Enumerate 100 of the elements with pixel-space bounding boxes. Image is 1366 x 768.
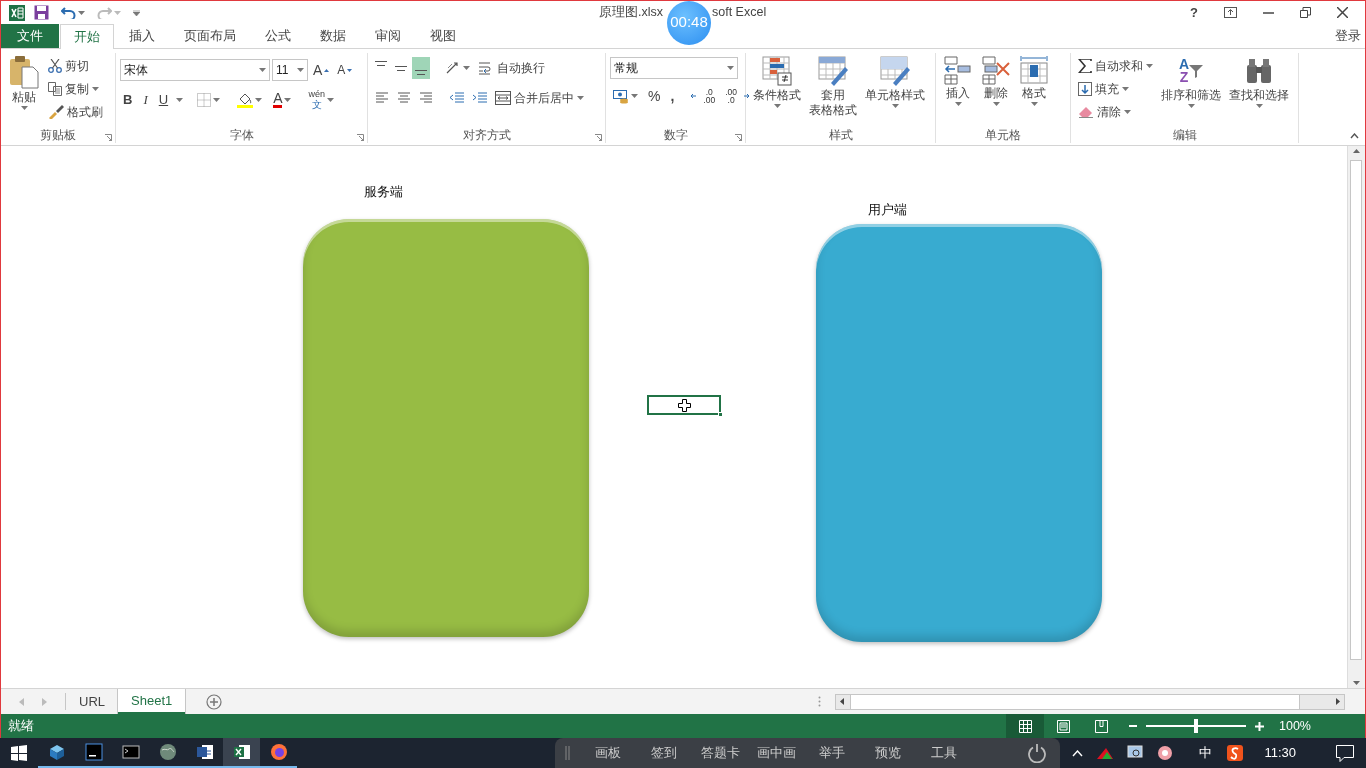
comma-style-button[interactable]: , [667,85,678,107]
font-color-button[interactable]: A [270,89,295,111]
zoom-level[interactable]: 100% [1279,716,1311,736]
file-tab[interactable]: 文件 [1,24,59,48]
insert-cells-button[interactable]: 插入 [940,53,976,126]
class-tool-button[interactable]: 签到 [636,743,693,763]
tray-app-icon [1097,746,1114,760]
vertical-scrollbar[interactable] [1347,146,1365,688]
conditional-format-icon [761,55,793,87]
shrink-font-button[interactable]: A [334,59,356,81]
caret-icon [1146,64,1153,68]
group-label: 剪贴板 [40,126,76,144]
scroll-down-icon [1353,681,1360,685]
align-icon [415,70,427,75]
fill-button[interactable]: 填充 [1075,78,1156,100]
dialog-launcher-icon [735,134,742,141]
wrap-text-icon [478,61,494,75]
dialog-launcher-icon [105,134,112,141]
scissors-icon [48,59,62,73]
help-button[interactable]: ? [1187,1,1201,24]
clock[interactable]: 11:30 [1264,743,1296,763]
increase-decimal-button[interactable]: .0 .00 [700,85,719,107]
class-tool-button[interactable]: 预览 [860,743,917,763]
italic-button[interactable]: I [140,89,151,111]
view-icon [1056,719,1070,733]
indent-icon [472,92,487,104]
split-handle-icon [818,696,821,707]
power-icon [1027,743,1048,763]
arrow-right-icon [744,93,749,99]
autosum-button[interactable]: 自动求和 [1075,55,1156,77]
cell-styles-button[interactable]: 单元格样式 [862,53,928,126]
ribbon-tab[interactable]: 页面布局 [170,24,250,48]
format-as-table-button[interactable]: 套用 表格格式 [806,53,860,126]
wrap-text-button[interactable]: 自动换行 [475,57,548,79]
ribbon-tab[interactable]: 插入 [115,24,169,48]
view-icon [1018,719,1032,733]
sort-filter-button[interactable]: A Z 排序和筛选 [1158,53,1224,126]
bottom-align-button[interactable] [412,57,430,79]
class-tool-button[interactable]: 举手 [804,743,861,763]
delete-cells-button[interactable]: 删除 [978,53,1014,126]
paste-button[interactable]: 粘贴 [5,53,43,126]
format-cells-button[interactable]: 格式 [1016,53,1052,126]
text-angle-icon [445,61,461,75]
caret-icon [631,94,638,98]
class-tool-button[interactable]: 工具 [916,743,973,763]
percent-button[interactable]: % [645,85,664,107]
plus-icon [1255,721,1264,731]
shape-label: 用户端 [868,201,907,219]
sheet-tab[interactable]: Sheet1 [118,689,186,714]
ribbon-tab[interactable]: 数据 [306,24,360,48]
find-select-button[interactable]: 查找和选择 [1226,53,1292,126]
underline-button[interactable]: U [155,89,172,111]
merge-center-button[interactable]: 合并后居中 [492,87,587,109]
sign-in-link[interactable]: 登录 [1335,26,1365,46]
class-tool-button[interactable]: 画板 [580,743,637,763]
clear-button[interactable]: 清除 [1075,101,1156,123]
dialog-launcher-icon [595,134,602,141]
group-label: 编辑 [1172,126,1197,144]
caret-icon [255,98,263,102]
grow-font-button[interactable]: A [310,59,333,81]
ime-indicator[interactable]: 中 [1199,743,1213,763]
class-tool-button[interactable]: 画中画 [748,743,805,763]
normal-view-button[interactable] [1006,714,1044,738]
ribbon-tab[interactable]: 公式 [251,24,305,48]
taskbar-app[interactable] [223,738,260,768]
caret-icon [992,102,1000,106]
slider-thumb[interactable] [1194,719,1198,733]
caret-icon [1122,87,1129,91]
window-title: 原理图.xlsx [599,4,663,22]
conditional-formatting-button[interactable]: 条件格式 [750,53,804,126]
ribbon-tab[interactable]: 开始 [60,24,114,49]
selected-cell[interactable] [647,395,721,415]
caret-icon [92,87,99,91]
group-label: 对齐方式 [462,126,511,144]
chevron-up-icon [1072,749,1084,757]
add-icon [206,693,223,710]
insert-cells-icon [943,55,973,85]
terminal-icon [121,743,140,761]
class-tool-button[interactable]: 答题卡 [692,743,749,763]
caret-icon [133,9,140,16]
bold-button[interactable]: B [120,89,136,111]
copy-button[interactable]: 复制 [45,78,106,100]
sheet-tab[interactable]: URL [66,689,118,714]
ribbon-tab[interactable]: 审阅 [361,24,415,48]
font-size-dropdown[interactable]: 11 [272,59,308,81]
view-icon [1094,719,1108,733]
cut-button[interactable]: 剪切 [45,55,106,77]
format-painter-button[interactable]: 格式刷 [45,101,106,123]
font-name-dropdown[interactable]: 宋体 [120,59,270,81]
ribbon-tab[interactable]: 视图 [416,24,470,48]
phonetic-guide-button[interactable]: wén 文 [305,89,337,111]
next-sheet-icon [42,697,47,706]
dialog-launcher-icon [357,134,364,141]
redo-icon [97,6,112,19]
number-format-dropdown[interactable]: 常规 [610,57,738,79]
currency-icon [613,88,629,104]
horizontal-scrollbar[interactable] [835,693,1345,710]
caret-icon [20,106,28,110]
decrease-decimal-button[interactable]: .00 .0 [722,85,740,107]
tray-app-icon [1127,745,1144,761]
